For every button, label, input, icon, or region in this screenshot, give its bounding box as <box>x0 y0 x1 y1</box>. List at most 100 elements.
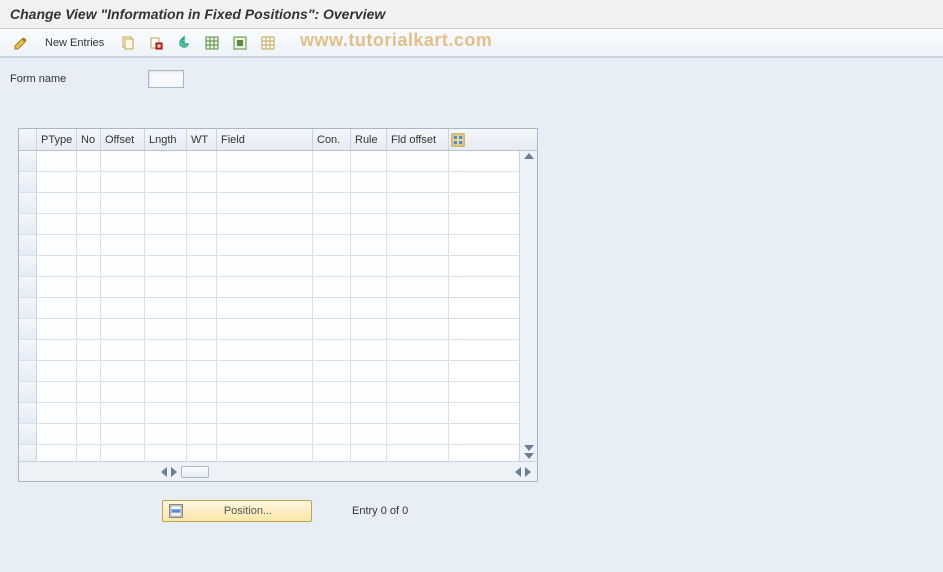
cell[interactable] <box>187 298 217 318</box>
cell[interactable] <box>187 172 217 192</box>
cell[interactable] <box>217 382 313 402</box>
scroll-up-button[interactable] <box>524 153 534 159</box>
row-selector[interactable] <box>19 361 37 381</box>
table-row[interactable] <box>19 424 519 445</box>
cell[interactable] <box>217 298 313 318</box>
cell[interactable] <box>37 403 77 423</box>
table-row[interactable] <box>19 151 519 172</box>
cell[interactable] <box>101 256 145 276</box>
cell[interactable] <box>101 151 145 171</box>
table-row[interactable] <box>19 298 519 319</box>
row-selector[interactable] <box>19 235 37 255</box>
cell[interactable] <box>77 445 101 461</box>
cell[interactable] <box>387 445 449 461</box>
cell[interactable] <box>37 424 77 444</box>
cell[interactable] <box>187 361 217 381</box>
cell[interactable] <box>37 319 77 339</box>
cell[interactable] <box>387 319 449 339</box>
configure-columns-button[interactable] <box>449 129 467 150</box>
row-selector[interactable] <box>19 340 37 360</box>
cell[interactable] <box>217 172 313 192</box>
scroll-thumb[interactable] <box>181 466 209 478</box>
column-header-fldoffset[interactable]: Fld offset <box>387 129 449 150</box>
column-header-no[interactable]: No <box>77 129 101 150</box>
cell[interactable] <box>217 214 313 234</box>
cell[interactable] <box>217 256 313 276</box>
cell[interactable] <box>351 382 387 402</box>
cell[interactable] <box>313 424 351 444</box>
cell[interactable] <box>37 340 77 360</box>
row-selector[interactable] <box>19 298 37 318</box>
cell[interactable] <box>37 235 77 255</box>
cell[interactable] <box>187 340 217 360</box>
cell[interactable] <box>101 172 145 192</box>
cell[interactable] <box>37 298 77 318</box>
cell[interactable] <box>145 193 187 213</box>
scroll-page-up-button[interactable] <box>524 445 534 451</box>
cell[interactable] <box>187 151 217 171</box>
cell[interactable] <box>145 424 187 444</box>
row-selector[interactable] <box>19 319 37 339</box>
cell[interactable] <box>387 235 449 255</box>
vertical-scrollbar[interactable] <box>519 151 537 461</box>
row-selector[interactable] <box>19 382 37 402</box>
cell[interactable] <box>313 361 351 381</box>
table-row[interactable] <box>19 403 519 424</box>
cell[interactable] <box>313 193 351 213</box>
position-button[interactable]: Position... <box>162 500 312 522</box>
cell[interactable] <box>101 319 145 339</box>
cell[interactable] <box>101 277 145 297</box>
cell[interactable] <box>77 214 101 234</box>
cell[interactable] <box>187 256 217 276</box>
cell[interactable] <box>187 214 217 234</box>
cell[interactable] <box>77 403 101 423</box>
copy-button[interactable] <box>115 33 141 53</box>
cell[interactable] <box>145 214 187 234</box>
horizontal-scrollbar[interactable] <box>161 466 535 478</box>
row-selector[interactable] <box>19 193 37 213</box>
cell[interactable] <box>387 340 449 360</box>
cell[interactable] <box>37 151 77 171</box>
cell[interactable] <box>313 445 351 461</box>
cell[interactable] <box>313 277 351 297</box>
cell[interactable] <box>77 256 101 276</box>
column-header-ptype[interactable]: PType <box>37 129 77 150</box>
cell[interactable] <box>387 214 449 234</box>
cell[interactable] <box>101 235 145 255</box>
delete-button[interactable] <box>143 33 169 53</box>
cell[interactable] <box>77 277 101 297</box>
cell[interactable] <box>387 361 449 381</box>
cell[interactable] <box>187 424 217 444</box>
cell[interactable] <box>77 298 101 318</box>
cell[interactable] <box>187 235 217 255</box>
row-selector[interactable] <box>19 403 37 423</box>
cell[interactable] <box>217 340 313 360</box>
cell[interactable] <box>37 172 77 192</box>
cell[interactable] <box>187 403 217 423</box>
cell[interactable] <box>37 445 77 461</box>
table-row[interactable] <box>19 445 519 461</box>
cell[interactable] <box>351 298 387 318</box>
cell[interactable] <box>313 319 351 339</box>
table-row[interactable] <box>19 193 519 214</box>
row-selector[interactable] <box>19 256 37 276</box>
column-header-field[interactable]: Field <box>217 129 313 150</box>
cell[interactable] <box>387 193 449 213</box>
cell[interactable] <box>187 277 217 297</box>
cell[interactable] <box>37 382 77 402</box>
cell[interactable] <box>313 256 351 276</box>
cell[interactable] <box>387 277 449 297</box>
cell[interactable] <box>37 214 77 234</box>
cell[interactable] <box>145 319 187 339</box>
table-row[interactable] <box>19 319 519 340</box>
row-selector[interactable] <box>19 151 37 171</box>
cell[interactable] <box>217 193 313 213</box>
select-block-button[interactable] <box>227 33 253 53</box>
cell[interactable] <box>217 361 313 381</box>
cell[interactable] <box>387 382 449 402</box>
column-header-con[interactable]: Con. <box>313 129 351 150</box>
cell[interactable] <box>351 277 387 297</box>
cell[interactable] <box>37 361 77 381</box>
cell[interactable] <box>77 235 101 255</box>
cell[interactable] <box>101 340 145 360</box>
